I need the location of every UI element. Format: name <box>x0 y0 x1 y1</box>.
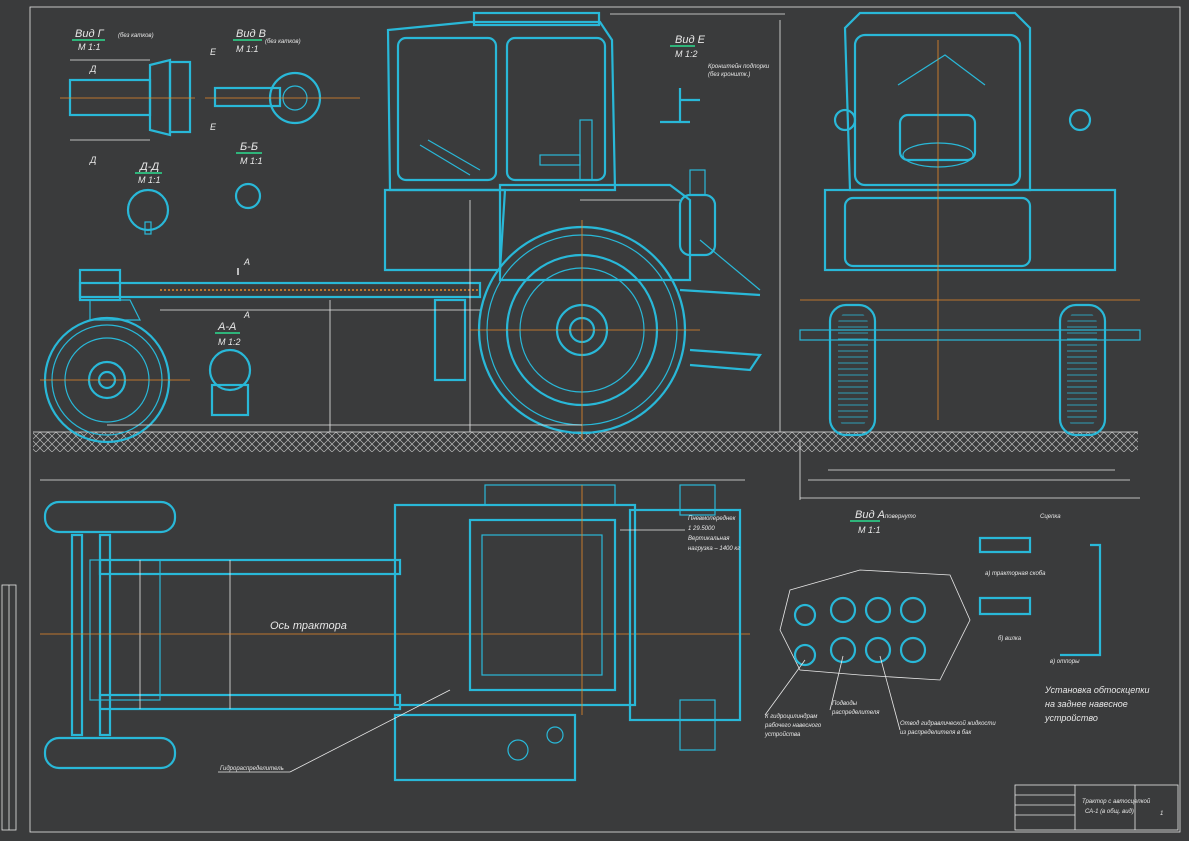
view-a-scale: М 1:1 <box>858 525 881 535</box>
section-mark-e2: Е <box>210 122 217 132</box>
callout-hydro-cyl-1: К гидроцилиндрам <box>765 714 817 720</box>
callout-hydro-cyl-2: рабочего навесного <box>764 723 822 729</box>
view-v-title: Вид В <box>236 28 266 40</box>
view-a-title: Вид А <box>855 509 885 521</box>
view-e: Вид Е М 1:2 Кронштейн подпорки (без крон… <box>660 34 770 124</box>
callout-feed-2: распределителя <box>831 710 880 716</box>
pneumo-label: Пневмопереднек <box>688 516 737 522</box>
view-g-scale: М 1:1 <box>78 42 101 52</box>
view-e-title: Вид Е <box>675 34 706 46</box>
view-aa-scale: М 1:2 <box>218 337 241 347</box>
drawing-canvas: А А Вид Г (без катков) М 1:1 Д Д Вид В (… <box>1 6 1181 833</box>
front-tire-bottom <box>43 736 177 770</box>
view-dd-scale: М 1:1 <box>138 175 161 185</box>
hitch-option-v: в) отпоры <box>1050 659 1080 665</box>
view-g: Вид Г (без катков) М 1:1 Д Д <box>60 28 195 165</box>
pneumo-line-1: 1 29.5000 <box>688 526 715 532</box>
pneumo-line-2: Вертикальная <box>688 536 730 542</box>
callout-return-1: Отвод гидравлической жидкости <box>900 720 996 727</box>
callout-hydro-cyl-3: устройства <box>764 731 801 738</box>
sheet-number: 1 <box>1160 811 1163 817</box>
top-view: Ось трактора Пневмопереднек 1 29.5000 Ве… <box>40 479 750 782</box>
title-block: Трактор с автосцепкой СА-1 (в общ. вид) … <box>1014 784 1179 831</box>
install-note-3: устройство <box>1044 713 1098 723</box>
callout-return-2: из распределителя в бак <box>900 730 972 736</box>
view-a-note: повернуто <box>885 514 917 520</box>
view-g-note: (без катков) <box>118 33 154 39</box>
view-v-scale: М 1:1 <box>236 44 259 54</box>
front-tire-top <box>43 500 177 534</box>
callout-feed-1: Подводы <box>832 701 858 707</box>
pneumo-line-3: нагрузка – 1400 кг <box>688 546 740 552</box>
view-v-note: (без катков) <box>265 39 301 45</box>
hitch-option-b: б) вилка <box>998 636 1022 642</box>
view-aa: А-А М 1:2 <box>208 321 252 417</box>
view-g-title: Вид Г <box>75 28 105 40</box>
view-bb-scale: М 1:1 <box>240 156 263 166</box>
view-a: Вид А повернуто М 1:1 К гидроцилиндрам р… <box>764 509 996 738</box>
section-mark-e1: Е <box>210 47 217 57</box>
view-dd-title: Д-Д <box>138 161 159 173</box>
section-mark-a1: А <box>243 257 250 267</box>
front-view <box>799 11 1141 500</box>
hitch-title: Сцепка <box>1040 514 1061 520</box>
install-note-2: на заднее навесное <box>1045 699 1128 709</box>
bracket-note-1: Кронштейн подпорки <box>708 63 770 70</box>
tractor-axis-label: Ось трактора <box>270 620 347 632</box>
title-line-2: СА-1 (в общ. вид) <box>1085 809 1134 815</box>
hydro-distributor-label: Гидрораспределитель <box>220 766 284 772</box>
svg-text:Д: Д <box>89 64 97 74</box>
view-dd: Д-Д М 1:1 <box>126 161 170 235</box>
title-line-1: Трактор с автосцепкой <box>1082 798 1151 805</box>
bracket-note-2: (без кронштк.) <box>708 72 750 78</box>
svg-text:Д: Д <box>89 155 97 165</box>
view-bb-title: Б-Б <box>240 141 258 153</box>
install-note-1: Установка обтоскцепки <box>1044 685 1149 695</box>
view-bb: Б-Б М 1:1 <box>234 141 263 210</box>
ground-hatch <box>33 432 808 452</box>
cab <box>386 20 617 192</box>
section-mark-a2: А <box>243 310 250 320</box>
view-v: Вид В (без катков) М 1:1 Е Е <box>205 28 360 132</box>
hitch-section: Сцепка а) тракторная скоба б) вилка в) о… <box>978 514 1149 723</box>
view-aa-title: А-А <box>217 321 236 333</box>
view-e-scale: М 1:2 <box>675 49 698 59</box>
hitch-option-a: а) тракторная скоба <box>985 571 1046 577</box>
